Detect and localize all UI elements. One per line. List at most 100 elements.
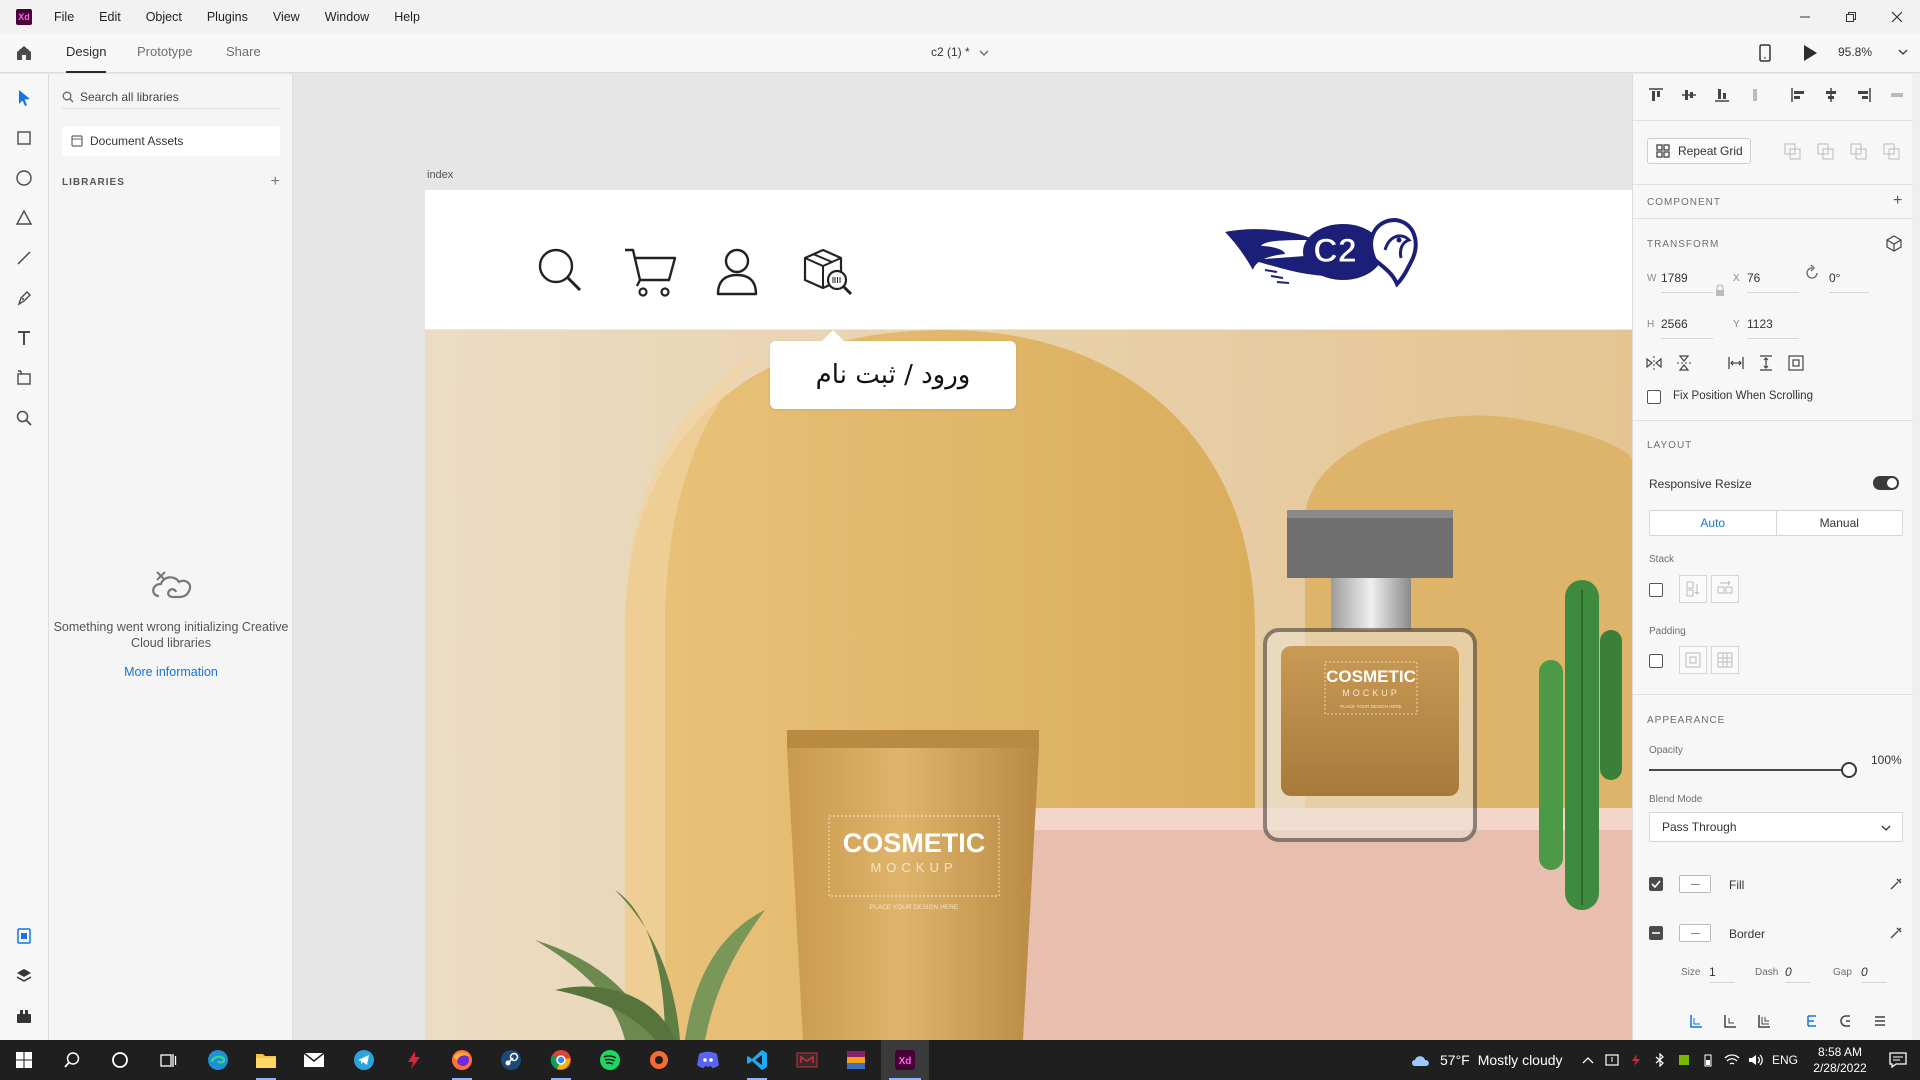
border-eyedropper-icon[interactable] — [1888, 925, 1904, 941]
align-left-button[interactable] — [1787, 84, 1809, 106]
taskbar-mail[interactable] — [290, 1040, 338, 1080]
menu-plugins[interactable]: Plugins — [207, 10, 248, 24]
taskbar-discord[interactable] — [684, 1040, 732, 1080]
resize-auto-option[interactable]: Auto — [1650, 511, 1777, 535]
stack-vertical-button[interactable] — [1679, 575, 1707, 603]
border-size-field[interactable]: 1 — [1709, 965, 1716, 979]
flip-vertical-icon[interactable] — [1675, 354, 1693, 372]
document-assets-item[interactable]: Document Assets — [62, 126, 280, 156]
fit-width-icon[interactable] — [1727, 354, 1745, 372]
login-register-tooltip[interactable]: ورود / ثبت نام — [770, 341, 1016, 409]
library-search-input[interactable] — [80, 89, 270, 104]
border-outer-button[interactable] — [1719, 1010, 1741, 1032]
tray-volume[interactable] — [1746, 1050, 1766, 1070]
notification-center-button[interactable] — [1876, 1040, 1920, 1080]
border-inner-button[interactable] — [1685, 1010, 1707, 1032]
taskbar-edge[interactable] — [194, 1040, 242, 1080]
zoom-level[interactable]: 95.8% — [1838, 33, 1872, 71]
minimize-button[interactable] — [1782, 0, 1828, 33]
opacity-value[interactable]: 100% — [1871, 753, 1902, 767]
artboard-label[interactable]: index — [427, 169, 453, 181]
cart-icon[interactable] — [621, 242, 679, 300]
repeat-grid-button[interactable]: Repeat Grid — [1647, 138, 1751, 164]
select-tool[interactable] — [12, 86, 36, 110]
align-middle-button[interactable] — [1678, 84, 1700, 106]
inspector-scrollbar[interactable] — [1912, 74, 1920, 1040]
menu-object[interactable]: Object — [146, 10, 182, 24]
taskbar-firefox[interactable] — [438, 1040, 486, 1080]
taskbar-vscode[interactable] — [733, 1040, 781, 1080]
border-checkbox[interactable] — [1649, 926, 1663, 940]
taskbar-file-explorer[interactable] — [242, 1040, 290, 1080]
boolean-exclude-icon[interactable] — [1882, 142, 1902, 162]
zoom-tool[interactable] — [12, 406, 36, 430]
taskbar-clock[interactable]: 8:58 AM 2/28/2022 — [1800, 1044, 1880, 1076]
text-tool[interactable] — [12, 326, 36, 350]
tray-app-5[interactable] — [1698, 1050, 1718, 1070]
blend-mode-select[interactable]: Pass Through — [1649, 812, 1903, 842]
taskbar-steam[interactable] — [487, 1040, 535, 1080]
border-gap-field[interactable]: 0 — [1861, 965, 1868, 979]
tray-app-1[interactable] — [1602, 1050, 1622, 1070]
fill-color-swatch[interactable] — [1679, 875, 1711, 893]
responsive-resize-toggle[interactable] — [1873, 476, 1899, 490]
boolean-subtract-icon[interactable] — [1816, 142, 1836, 162]
artboard-index[interactable]: COSMETIC MOCKUP PLACE YOUR DESIGN HERE C… — [425, 190, 1632, 1040]
taskbar-spotify[interactable] — [586, 1040, 634, 1080]
more-information-link[interactable]: More information — [53, 665, 289, 679]
border-dash-field[interactable]: 0 — [1785, 965, 1792, 979]
tab-share[interactable]: Share — [226, 33, 261, 73]
x-field[interactable]: 76 — [1747, 271, 1760, 285]
opacity-slider-thumb[interactable] — [1841, 762, 1857, 778]
menu-help[interactable]: Help — [394, 10, 420, 24]
width-field[interactable]: 1789 — [1661, 271, 1688, 285]
boolean-intersect-icon[interactable] — [1849, 142, 1869, 162]
padding-uniform-button[interactable] — [1679, 646, 1707, 674]
taskbar-app-orange[interactable] — [635, 1040, 683, 1080]
tray-app-4[interactable] — [1674, 1050, 1694, 1070]
menu-view[interactable]: View — [273, 10, 300, 24]
chevron-down-icon[interactable] — [979, 48, 989, 58]
ellipse-tool[interactable] — [12, 166, 36, 190]
boolean-add-icon[interactable] — [1783, 142, 1803, 162]
mobile-preview-icon[interactable] — [1757, 43, 1773, 63]
height-field[interactable]: 2566 — [1661, 317, 1688, 331]
taskbar-adobe-xd[interactable]: Xd — [881, 1040, 929, 1080]
add-library-button[interactable]: + — [271, 174, 280, 190]
design-canvas[interactable]: index COSMETIC MOCKUP PLACE YOUR DESIGN … — [294, 74, 1632, 1040]
input-language[interactable]: ENG — [1772, 1040, 1798, 1080]
tab-design[interactable]: Design — [66, 33, 107, 73]
distribute-vertical-button[interactable] — [1744, 84, 1766, 106]
y-field[interactable]: 1123 — [1747, 317, 1773, 331]
home-icon[interactable] — [14, 43, 34, 63]
stack-checkbox[interactable] — [1649, 583, 1663, 597]
document-title-text[interactable]: c2 (1) * — [931, 45, 970, 59]
taskbar-weather[interactable]: 57°F Mostly cloudy — [1410, 1040, 1563, 1080]
fill-eyedropper-icon[interactable] — [1888, 876, 1904, 892]
fix-position-checkbox[interactable] — [1647, 390, 1661, 404]
3d-transform-icon[interactable] — [1885, 234, 1903, 252]
taskbar-app-lightning[interactable] — [390, 1040, 438, 1080]
track-order-icon[interactable] — [799, 242, 857, 300]
pen-tool[interactable] — [12, 286, 36, 310]
fit-height-icon[interactable] — [1757, 354, 1775, 372]
align-top-button[interactable] — [1645, 84, 1667, 106]
stack-horizontal-button[interactable] — [1711, 575, 1739, 603]
task-view-button[interactable] — [144, 1040, 192, 1080]
join-miter-button[interactable] — [1801, 1010, 1823, 1032]
taskbar-chrome[interactable] — [537, 1040, 585, 1080]
border-center-button[interactable] — [1753, 1010, 1775, 1032]
close-button[interactable] — [1874, 0, 1920, 33]
taskbar-telegram[interactable] — [340, 1040, 388, 1080]
tray-app-2[interactable] — [1626, 1050, 1646, 1070]
lock-aspect-icon[interactable] — [1711, 282, 1729, 300]
tray-app-3[interactable] — [1650, 1050, 1670, 1070]
line-tool[interactable] — [12, 246, 36, 270]
cortana-button[interactable] — [96, 1040, 144, 1080]
resize-manual-option[interactable]: Manual — [1777, 511, 1903, 535]
align-center-button[interactable] — [1820, 84, 1842, 106]
taskbar-winrar[interactable] — [832, 1040, 880, 1080]
align-right-button[interactable] — [1853, 84, 1875, 106]
padding-individual-button[interactable] — [1711, 646, 1739, 674]
start-button[interactable] — [0, 1040, 48, 1080]
